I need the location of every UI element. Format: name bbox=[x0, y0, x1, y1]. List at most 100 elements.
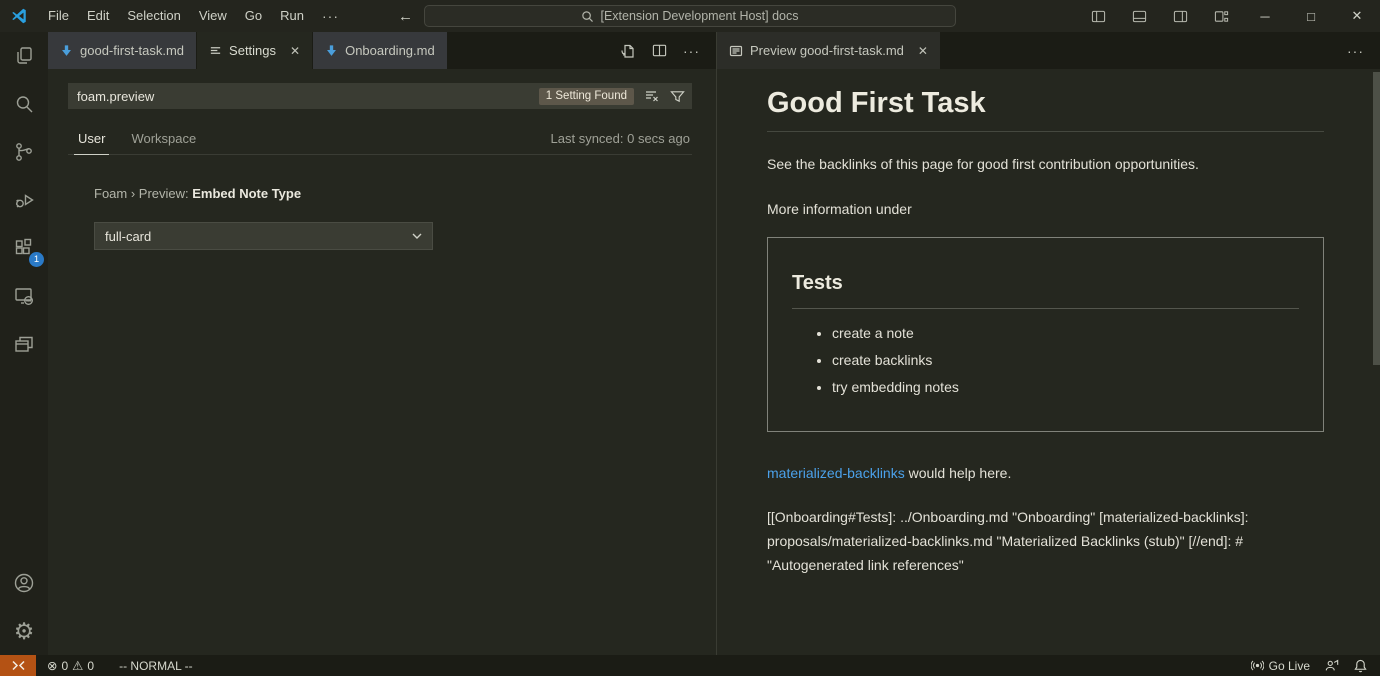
customize-layout-icon[interactable] bbox=[1201, 0, 1242, 32]
tab-settings[interactable]: Settings ✕ bbox=[197, 32, 313, 69]
settings-scope-tabs: User Workspace Last synced: 0 secs ago bbox=[68, 125, 692, 155]
title-bar: File Edit Selection View Go Run ··· ← → … bbox=[0, 0, 1380, 32]
scope-tab-user[interactable]: User bbox=[74, 131, 109, 155]
command-center[interactable]: [Extension Development Host] docs bbox=[424, 5, 956, 27]
menu-more-icon[interactable]: ··· bbox=[313, 0, 348, 32]
right-tab-strip: Preview good-first-task.md ✕ ··· bbox=[717, 32, 1380, 69]
clear-search-icon[interactable] bbox=[644, 88, 660, 104]
chevron-down-icon bbox=[411, 230, 423, 242]
editor-group-left: good-first-task.md Settings ✕ Onboarding… bbox=[48, 32, 716, 655]
tab-onboarding[interactable]: Onboarding.md bbox=[313, 32, 448, 69]
more-actions-icon[interactable]: ··· bbox=[1347, 43, 1364, 59]
settings-search-input[interactable] bbox=[77, 89, 539, 104]
editor-actions: ··· bbox=[620, 32, 716, 69]
explorer-icon[interactable] bbox=[0, 32, 48, 80]
notifications-bell-icon[interactable] bbox=[1354, 659, 1367, 673]
extensions-icon[interactable]: 1 bbox=[0, 224, 48, 272]
menu-selection[interactable]: Selection bbox=[118, 0, 189, 32]
markdown-file-icon bbox=[325, 44, 338, 57]
embedded-note-list: create a note create backlinks try embed… bbox=[792, 324, 1299, 398]
toggle-sidebar-icon[interactable] bbox=[1078, 0, 1119, 32]
go-live-button[interactable]: Go Live bbox=[1251, 659, 1310, 673]
error-count: 0 bbox=[61, 659, 68, 673]
menu-edit[interactable]: Edit bbox=[78, 0, 118, 32]
embedded-note-divider bbox=[792, 308, 1299, 309]
list-item: create a note bbox=[832, 324, 1299, 344]
open-settings-json-icon[interactable] bbox=[620, 43, 636, 59]
titlebar-right: ─ □ ✕ bbox=[1078, 0, 1380, 32]
warning-count: 0 bbox=[87, 659, 94, 673]
left-tab-strip: good-first-task.md Settings ✕ Onboarding… bbox=[48, 32, 716, 69]
search-icon bbox=[581, 10, 594, 23]
command-center-label: [Extension Development Host] docs bbox=[600, 9, 798, 23]
menu-go[interactable]: Go bbox=[236, 0, 271, 32]
tab-good-first-task[interactable]: good-first-task.md bbox=[48, 32, 197, 69]
broadcast-icon bbox=[1251, 659, 1264, 672]
workbench: 1 ⚙ good-first-task.md bbox=[0, 32, 1380, 655]
tab-label: Settings bbox=[229, 43, 276, 58]
filter-icon[interactable] bbox=[670, 89, 685, 104]
vscode-logo-icon bbox=[10, 7, 28, 25]
accounts-icon[interactable] bbox=[0, 559, 48, 607]
setting-item: Foam › Preview: Embed Note Type full-car… bbox=[94, 186, 692, 250]
settings-editor: 1 Setting Found User Workspace Last sync… bbox=[48, 69, 716, 250]
menu-view[interactable]: View bbox=[190, 0, 236, 32]
tab-label: Preview good-first-task.md bbox=[750, 43, 904, 58]
markdown-preview: Good First Task See the backlinks of thi… bbox=[717, 69, 1380, 578]
extensions-badge: 1 bbox=[29, 252, 44, 267]
setting-title: Foam › Preview: Embed Note Type bbox=[94, 186, 692, 201]
scope-tab-workspace[interactable]: Workspace bbox=[127, 131, 200, 154]
remote-indicator[interactable] bbox=[0, 655, 36, 676]
preview-title: Good First Task bbox=[767, 87, 1324, 120]
toggle-panel-icon[interactable] bbox=[1119, 0, 1160, 32]
link-suffix-text: would help here. bbox=[905, 465, 1012, 481]
warning-icon: ⚠ bbox=[72, 658, 83, 673]
list-item: create backlinks bbox=[832, 351, 1299, 371]
status-bar: ⊗ 0 ⚠ 0 -- NORMAL -- Go Live bbox=[0, 655, 1380, 676]
status-bar-right: Go Live bbox=[1251, 659, 1380, 673]
back-icon[interactable]: ← bbox=[398, 8, 413, 25]
maximize-button[interactable]: □ bbox=[1288, 0, 1334, 32]
close-tab-icon[interactable]: ✕ bbox=[290, 44, 300, 58]
run-debug-icon[interactable] bbox=[0, 176, 48, 224]
settings-editor-icon bbox=[209, 44, 222, 57]
feedback-icon[interactable] bbox=[1325, 659, 1339, 672]
menu-run[interactable]: Run bbox=[271, 0, 313, 32]
title-divider bbox=[767, 131, 1324, 132]
preview-scrollbar[interactable] bbox=[1373, 72, 1380, 365]
editor-windows-icon[interactable] bbox=[0, 320, 48, 368]
tab-preview-good-first-task[interactable]: Preview good-first-task.md ✕ bbox=[717, 32, 941, 69]
more-actions-icon[interactable]: ··· bbox=[683, 43, 700, 59]
embed-note-type-select[interactable]: full-card bbox=[94, 222, 433, 250]
settings-search-box: 1 Setting Found bbox=[68, 83, 692, 109]
settings-gear-icon[interactable]: ⚙ bbox=[0, 607, 48, 655]
preview-paragraph: materialized-backlinks would help here. bbox=[767, 463, 1324, 484]
setting-category: Foam › Preview: bbox=[94, 186, 192, 201]
problems-indicator[interactable]: ⊗ 0 ⚠ 0 bbox=[47, 658, 94, 673]
menu-bar: File Edit Selection View Go Run ··· bbox=[39, 0, 348, 32]
preview-paragraph: More information under bbox=[767, 199, 1324, 220]
split-editor-icon[interactable] bbox=[652, 43, 667, 58]
close-window-button[interactable]: ✕ bbox=[1334, 0, 1380, 32]
editor-actions-right: ··· bbox=[1347, 32, 1380, 69]
settings-count-badge: 1 Setting Found bbox=[539, 88, 634, 105]
vscode-window: File Edit Selection View Go Run ··· ← → … bbox=[0, 0, 1380, 676]
toggle-secondary-sidebar-icon[interactable] bbox=[1160, 0, 1201, 32]
tab-label: good-first-task.md bbox=[80, 43, 184, 58]
minimize-button[interactable]: ─ bbox=[1242, 0, 1288, 32]
materialized-backlinks-link[interactable]: materialized-backlinks bbox=[767, 465, 905, 481]
embedded-note-title: Tests bbox=[792, 272, 1299, 295]
link-references-text: [[Onboarding#Tests]: ../Onboarding.md "O… bbox=[767, 506, 1324, 577]
remote-explorer-icon[interactable] bbox=[0, 272, 48, 320]
search-view-icon[interactable] bbox=[0, 80, 48, 128]
select-value: full-card bbox=[105, 229, 151, 244]
editor-group-right: Preview good-first-task.md ✕ ··· Good Fi… bbox=[716, 32, 1380, 655]
menu-file[interactable]: File bbox=[39, 0, 78, 32]
setting-name: Embed Note Type bbox=[192, 186, 301, 201]
source-control-icon[interactable] bbox=[0, 128, 48, 176]
error-icon: ⊗ bbox=[47, 658, 57, 673]
close-tab-icon[interactable]: ✕ bbox=[918, 44, 928, 58]
vim-mode-indicator[interactable]: -- NORMAL -- bbox=[119, 659, 193, 673]
activity-bar: 1 ⚙ bbox=[0, 32, 48, 655]
list-item: try embedding notes bbox=[832, 378, 1299, 398]
